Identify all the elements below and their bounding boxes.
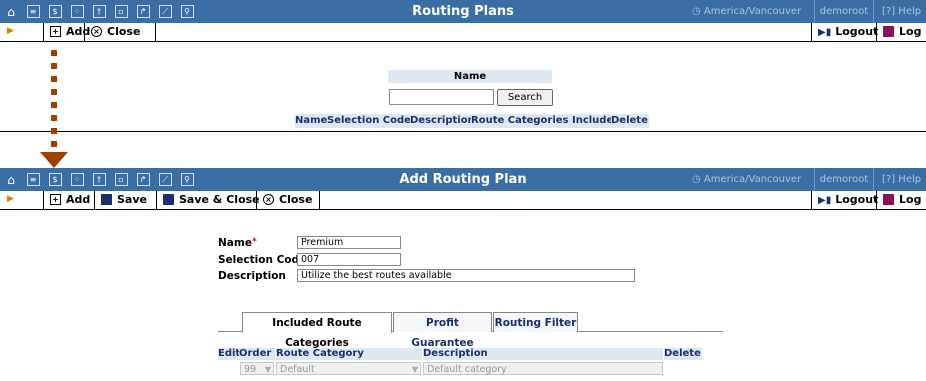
- search-icon[interactable]: ⚲: [176, 0, 198, 23]
- save-icon: [101, 193, 112, 205]
- save-close-button[interactable]: Save & Close: [156, 191, 260, 209]
- grid-header-order: Order: [239, 348, 275, 360]
- search-icon[interactable]: ⚲: [176, 168, 198, 191]
- timezone-link[interactable]: ◷ America/Vancouver: [692, 168, 801, 191]
- selection-code-field[interactable]: 007: [297, 253, 401, 266]
- log-icon: [883, 25, 894, 37]
- switch-icon[interactable]: ▫: [110, 168, 132, 191]
- routing-plans-screen: ⌂ ≡ $ ⁘ † ▫ ↱ ⟋ ⚲ Routing Plans ◷ Americ…: [0, 0, 926, 132]
- help-link[interactable]: [?] Help: [882, 168, 921, 191]
- user-link[interactable]: demoroot: [814, 0, 874, 23]
- column-header-route-categories: Route Categories Included: [471, 114, 621, 128]
- name-label: Name*: [218, 237, 257, 249]
- grid-header-edit: Edit: [218, 348, 241, 360]
- log-icon: [883, 193, 894, 205]
- home-icon[interactable]: ⌂: [0, 168, 22, 191]
- flow-connector: [51, 50, 57, 154]
- close-button[interactable]: × Close: [256, 191, 320, 209]
- grid-icon[interactable]: ⁘: [66, 0, 88, 23]
- list-icon[interactable]: ≡: [22, 0, 44, 23]
- grid-icon[interactable]: ⁘: [66, 168, 88, 191]
- toolbar: ▶ + Add × Close ▶▮ Logout Log: [0, 23, 926, 42]
- save-close-icon: [163, 193, 174, 205]
- arrow-icon[interactable]: ↱: [132, 0, 154, 23]
- top-nav-bar: ⌂ ≡ $ ⁘ † ▫ ↱ ⟋ ⚲ Routing Plans ◷ Americ…: [0, 0, 926, 23]
- grid-header-route-category: Route Category: [276, 348, 422, 360]
- chart-icon[interactable]: ⟋: [154, 0, 176, 23]
- chart-icon[interactable]: ⟋: [154, 168, 176, 191]
- column-header-delete: Delete: [611, 114, 649, 128]
- search-input[interactable]: [389, 89, 494, 105]
- column-header-description: Description: [410, 114, 475, 128]
- log-button[interactable]: Log: [876, 23, 921, 41]
- top-nav-bar: ⌂ ≡ $ ⁘ † ▫ ↱ ⟋ ⚲ Add Routing Plan ◷ Ame…: [0, 168, 926, 191]
- arrow-icon[interactable]: ↱: [132, 168, 154, 191]
- search-name-label: Name: [388, 70, 552, 83]
- plus-icon: +: [50, 25, 61, 37]
- logout-button[interactable]: ▶▮ Logout: [811, 191, 878, 209]
- switch-icon[interactable]: ▫: [110, 0, 132, 23]
- plus-icon: +: [50, 193, 61, 205]
- search-button[interactable]: Search: [497, 89, 553, 106]
- logout-icon: ▶▮: [818, 195, 832, 206]
- grid-header-delete: Delete: [664, 348, 702, 360]
- user-link[interactable]: demoroot: [814, 168, 874, 191]
- home-icon[interactable]: ⌂: [0, 0, 22, 23]
- add-button[interactable]: + Add: [43, 191, 90, 209]
- list-icon[interactable]: ≡: [22, 168, 44, 191]
- close-button[interactable]: × Close: [84, 23, 156, 41]
- selection-code-label: Selection Code: [218, 254, 307, 266]
- save-button[interactable]: Save: [94, 191, 147, 209]
- description-label: Description: [218, 270, 286, 282]
- required-marker: *: [251, 237, 257, 247]
- tab-included-route-categories[interactable]: Included Route Categories: [242, 312, 392, 349]
- logout-button[interactable]: ▶▮ Logout: [811, 23, 878, 41]
- dollar-icon[interactable]: $: [44, 0, 66, 23]
- person-icon[interactable]: †: [88, 0, 110, 23]
- route-category-select: Default ▼: [276, 362, 421, 375]
- close-icon: ×: [91, 25, 102, 37]
- divider: [0, 131, 926, 132]
- timezone-link[interactable]: ◷ America/Vancouver: [692, 0, 801, 23]
- row-description-field: Default category: [423, 362, 663, 375]
- tab-profit-guarantee[interactable]: Profit Guarantee: [393, 312, 492, 349]
- tab-routing-filter[interactable]: Routing Filter: [493, 312, 578, 332]
- log-button[interactable]: Log: [876, 191, 921, 209]
- chevron-down-icon: ▼: [411, 365, 418, 374]
- flow-arrow-icon: [40, 152, 68, 168]
- order-select: 99 ▼: [240, 362, 274, 375]
- toolbar-arrow-icon: ▶: [7, 26, 14, 36]
- toolbar: ▶ + Add Save Save & Close × Close ▶▮ Logout…: [0, 191, 926, 210]
- close-icon: ×: [263, 193, 274, 205]
- chevron-down-icon: ▼: [264, 365, 271, 374]
- description-field[interactable]: Utilize the best routes available: [297, 269, 635, 282]
- name-field[interactable]: Premium: [297, 236, 401, 249]
- toolbar-arrow-icon: ▶: [7, 194, 14, 204]
- column-header-selection-code: Selection Code: [327, 114, 411, 128]
- dollar-icon[interactable]: $: [44, 168, 66, 191]
- column-header-name: Name: [295, 114, 328, 128]
- person-icon[interactable]: †: [88, 168, 110, 191]
- logout-icon: ▶▮: [818, 27, 832, 38]
- grid-header-description: Description: [423, 348, 663, 360]
- help-link[interactable]: [?] Help: [882, 0, 921, 23]
